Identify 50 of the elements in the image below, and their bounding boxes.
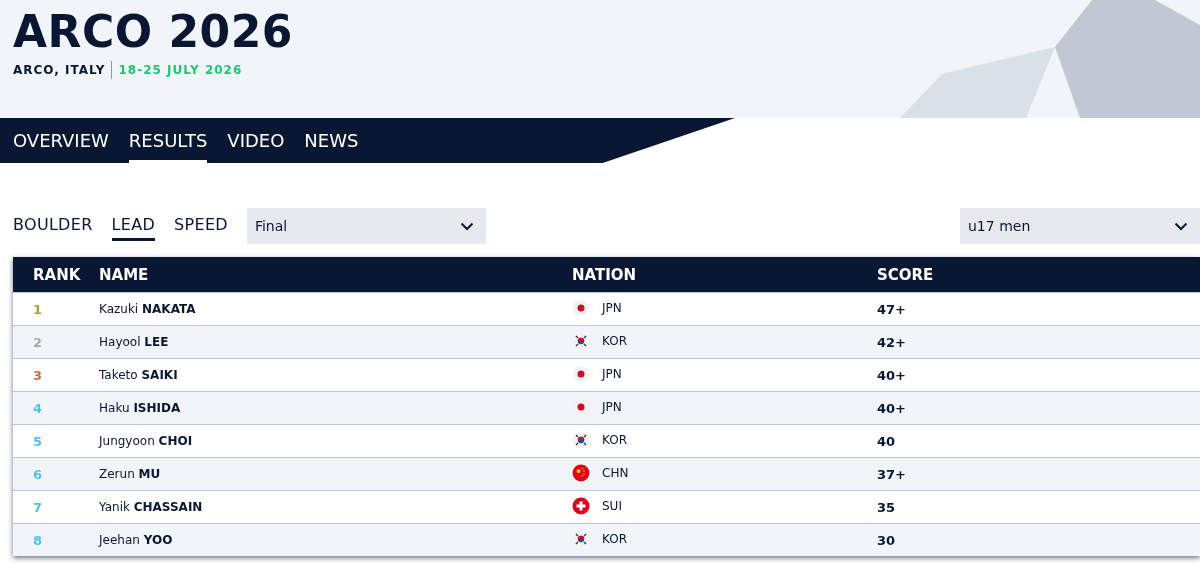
rank-number: 2 <box>33 334 43 350</box>
rank-number: 1 <box>33 301 43 317</box>
nation-code: KOR <box>602 333 627 348</box>
score-value: 37+ <box>877 466 906 482</box>
nav-tab[interactable]: VIDEO <box>227 118 285 163</box>
rank-number: 6 <box>33 466 43 482</box>
rank-number: 4 <box>33 400 43 416</box>
athlete-name: Yanik CHASSAIN <box>99 500 203 514</box>
rank-number: 8 <box>33 532 43 548</box>
discipline-tab[interactable]: LEAD <box>111 211 156 241</box>
discipline-tab[interactable]: SPEED <box>174 211 228 241</box>
rank-number: 7 <box>33 499 43 515</box>
athlete-name: Taketo SAIKI <box>99 368 178 382</box>
score-value: 40+ <box>877 367 906 383</box>
athlete-name: Jungyoon CHOI <box>99 434 193 448</box>
column-header: NATION <box>572 265 637 284</box>
athlete-name: Jeehan YOO <box>99 533 173 547</box>
score-value: 35 <box>877 499 896 515</box>
score-value: 40 <box>877 433 896 449</box>
athlete-name: Kazuki NAKATA <box>99 302 196 316</box>
nav-tab[interactable]: RESULTS <box>128 118 208 163</box>
category-dropdown[interactable]: u17 men <box>960 208 1200 244</box>
nation-code: CHN <box>602 465 629 480</box>
round-dropdown[interactable]: Final <box>246 208 486 244</box>
score-value: 40+ <box>877 400 906 416</box>
column-header: SCORE <box>877 265 934 284</box>
nation-code: SUI <box>602 498 622 513</box>
score-value: 30 <box>877 532 896 548</box>
rank-number: 5 <box>33 433 43 449</box>
score-value: 47+ <box>877 301 906 317</box>
chevron-down-icon <box>1174 221 1188 231</box>
discipline-tab[interactable]: BOULDER <box>13 211 93 241</box>
rank-number: 3 <box>33 367 43 383</box>
chevron-down-icon <box>459 221 474 231</box>
nation-code: JPN <box>602 399 622 414</box>
column-header: RANK <box>33 265 81 284</box>
event-location: ARCO, ITALY <box>13 63 106 77</box>
nation-code: JPN <box>602 300 622 315</box>
event-title: ARCO 2026 <box>13 6 294 57</box>
nation-code: KOR <box>602 531 627 546</box>
athlete-name: Zerun MU <box>99 467 161 481</box>
nation-code: JPN <box>602 366 622 381</box>
column-header: NAME <box>99 265 149 284</box>
athlete-name: Haku ISHIDA <box>99 401 181 415</box>
nav-tab[interactable]: OVERVIEW <box>13 118 109 163</box>
nav-tab[interactable]: NEWS <box>304 118 359 163</box>
nation-code: KOR <box>602 432 627 447</box>
score-value: 42+ <box>877 334 906 350</box>
athlete-name: Hayool LEE <box>99 335 169 349</box>
event-dates: 18-25 JULY 2026 <box>118 63 243 77</box>
